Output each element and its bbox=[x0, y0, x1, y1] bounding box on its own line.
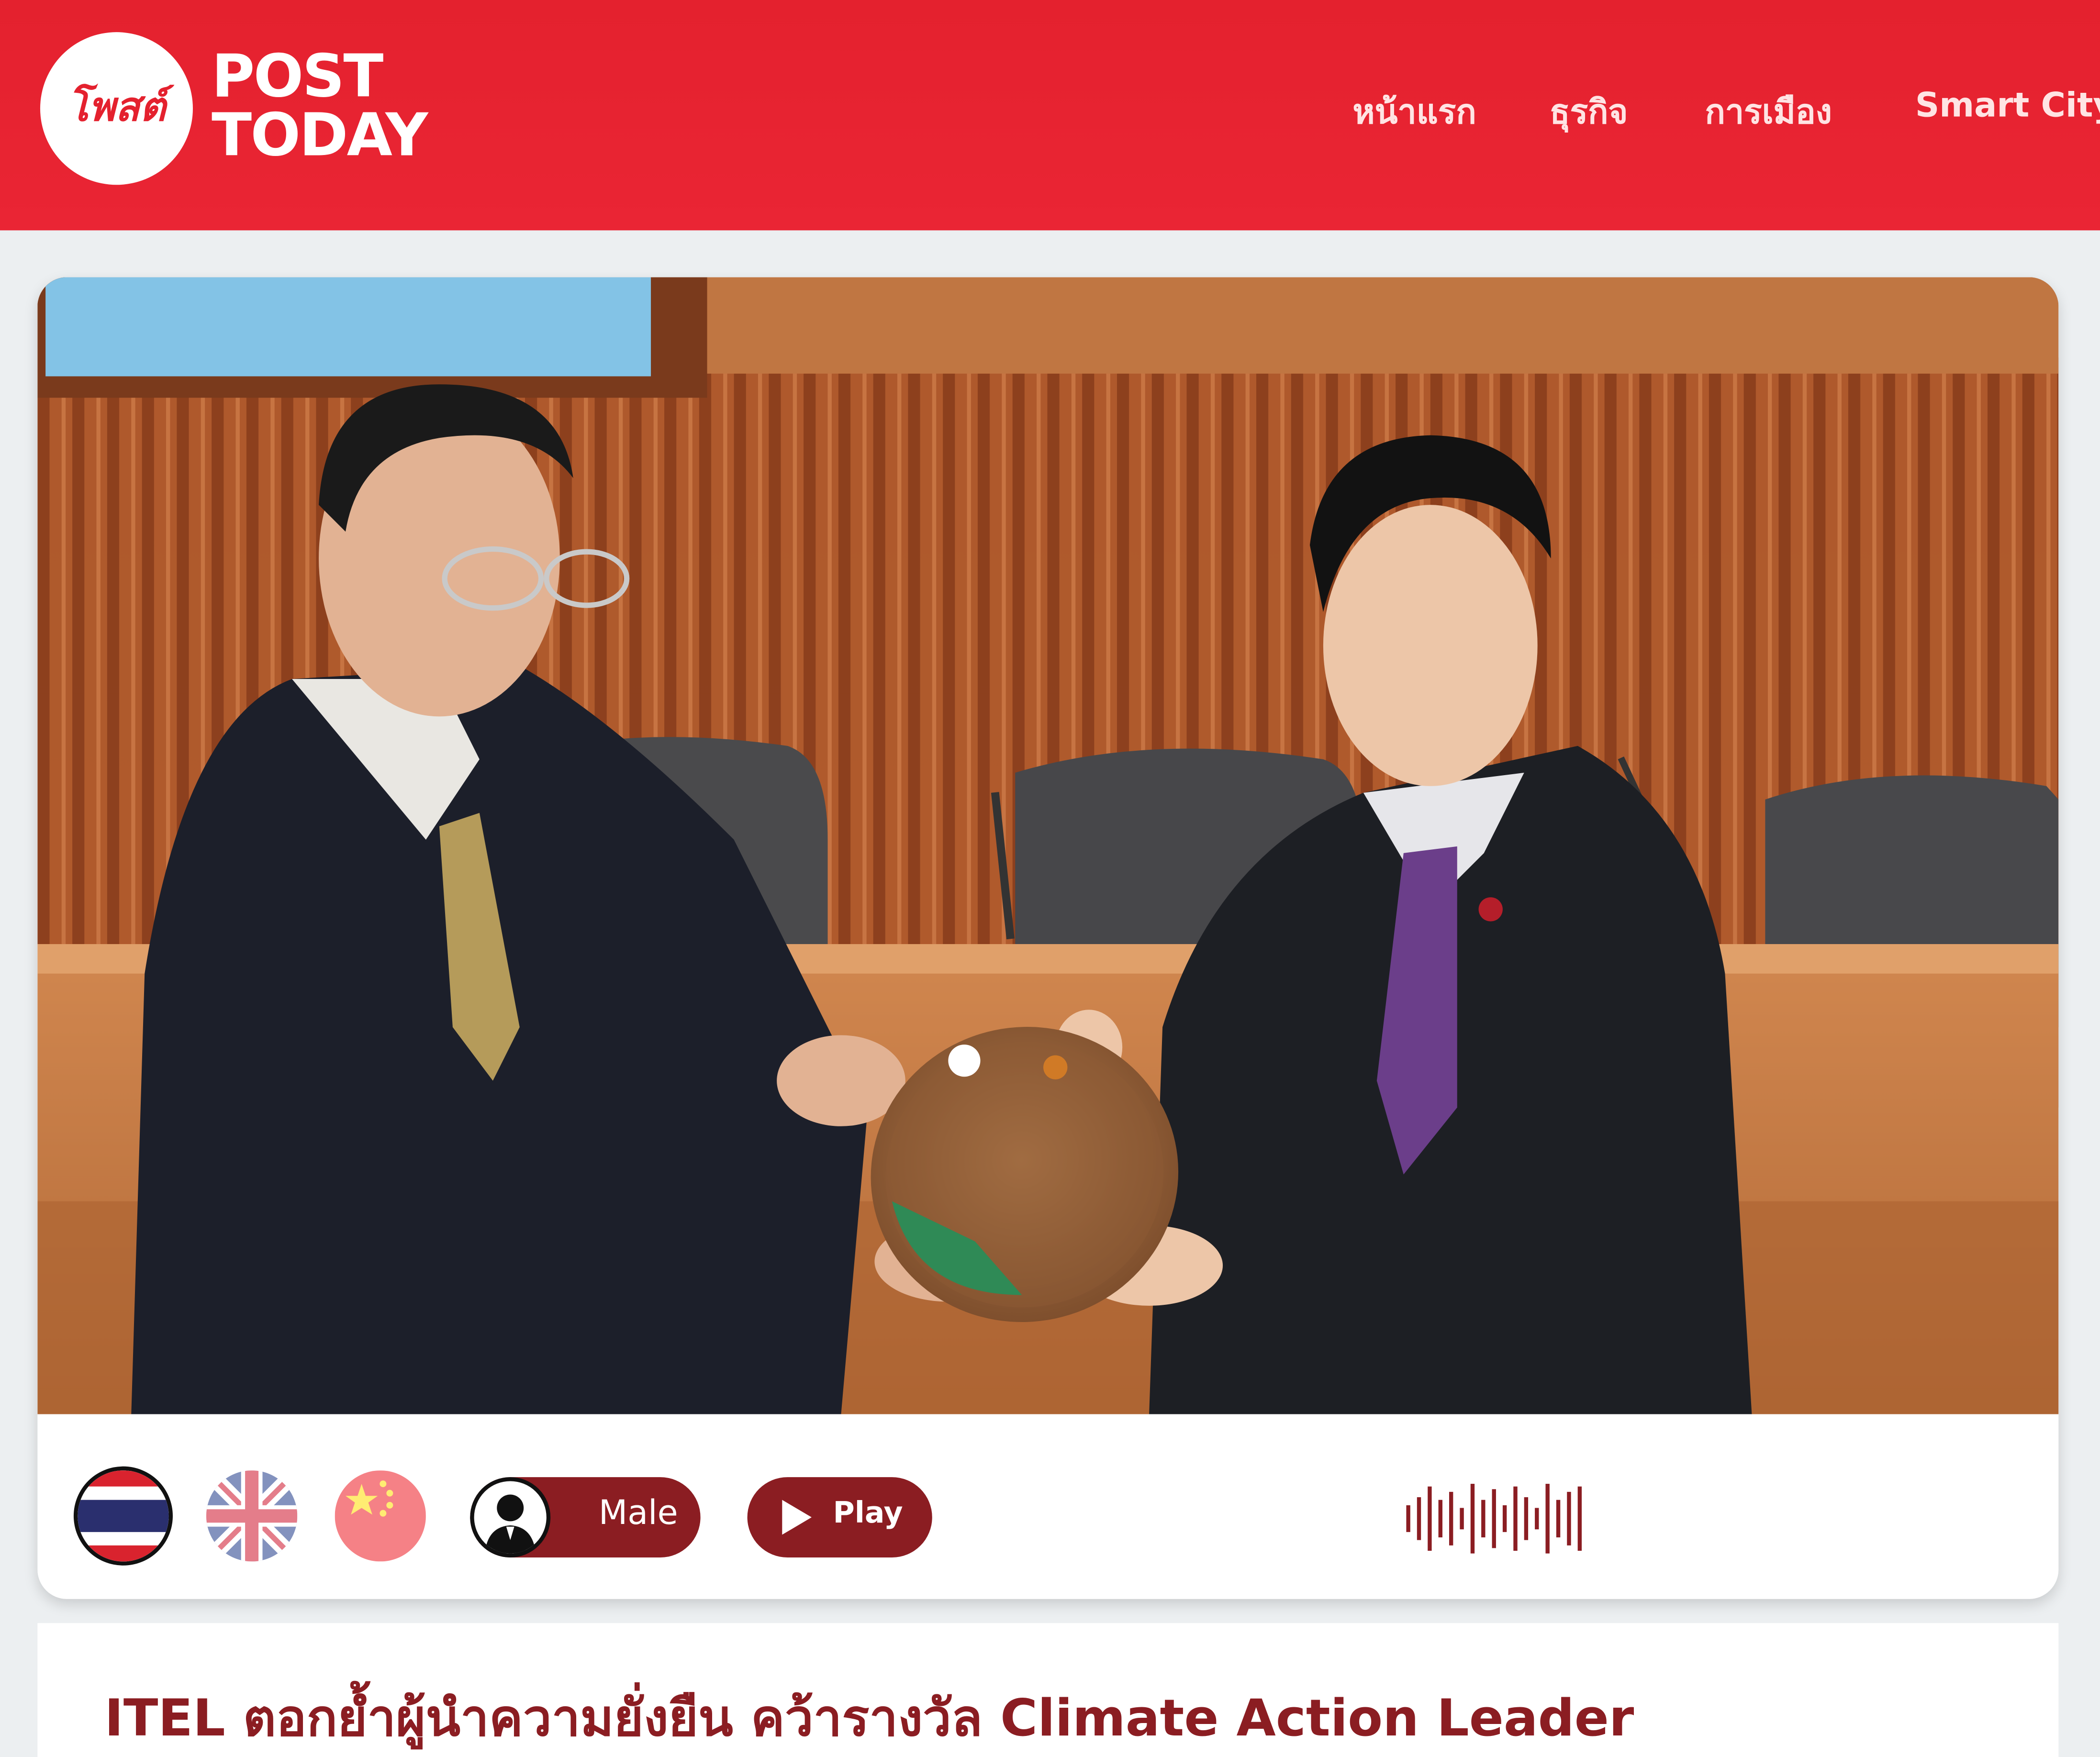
page: โพสต์ POST TODAY หน้าแรก ธุรกิจ การเมือง… bbox=[0, 0, 2100, 1757]
nav-item-politics[interactable]: การเมือง bbox=[1705, 86, 1832, 139]
site-logo[interactable]: โพสต์ bbox=[40, 32, 193, 185]
voice-selector[interactable]: Male bbox=[470, 1477, 701, 1558]
voice-label: Male bbox=[598, 1493, 678, 1532]
article-title: ITEL ตอกย้ำผู้นำความยั่งยืน คว้ารางวัล C… bbox=[104, 1689, 1634, 1748]
logo-script: โพสต์ bbox=[67, 83, 174, 130]
male-voice-avatar-icon bbox=[470, 1477, 551, 1558]
site-header: โพสต์ POST TODAY หน้าแรก ธุรกิจ การเมือง… bbox=[0, 0, 2100, 231]
logo-line2: TODAY bbox=[212, 101, 428, 170]
article-hero-image bbox=[37, 277, 2059, 1414]
logo-line1: POST bbox=[212, 43, 383, 111]
china-flag-icon[interactable] bbox=[335, 1470, 426, 1562]
thai-flag-icon[interactable] bbox=[78, 1470, 169, 1562]
logo-script-icon: โพสต์ bbox=[67, 83, 174, 130]
audio-player-bar: Male Play bbox=[37, 1414, 2059, 1599]
article-media-card: Male Play bbox=[37, 277, 2059, 1599]
nav-item-smart-city[interactable]: Smart City bbox=[1915, 86, 2100, 124]
play-button[interactable]: Play bbox=[747, 1477, 932, 1558]
nav-item-business[interactable]: ธุรกิจ bbox=[1550, 86, 1628, 139]
uk-flag-icon[interactable] bbox=[206, 1470, 298, 1562]
play-label: Play bbox=[833, 1497, 903, 1531]
article-title-card: ITEL ตอกย้ำผู้นำความยั่งยืน คว้ารางวัล C… bbox=[37, 1623, 2059, 1757]
nav-item-home[interactable]: หน้าแรก bbox=[1352, 86, 1476, 139]
play-icon bbox=[782, 1500, 812, 1535]
audio-waveform-icon bbox=[1406, 1484, 1582, 1554]
logo-wordmark[interactable]: POST TODAY bbox=[212, 43, 428, 170]
